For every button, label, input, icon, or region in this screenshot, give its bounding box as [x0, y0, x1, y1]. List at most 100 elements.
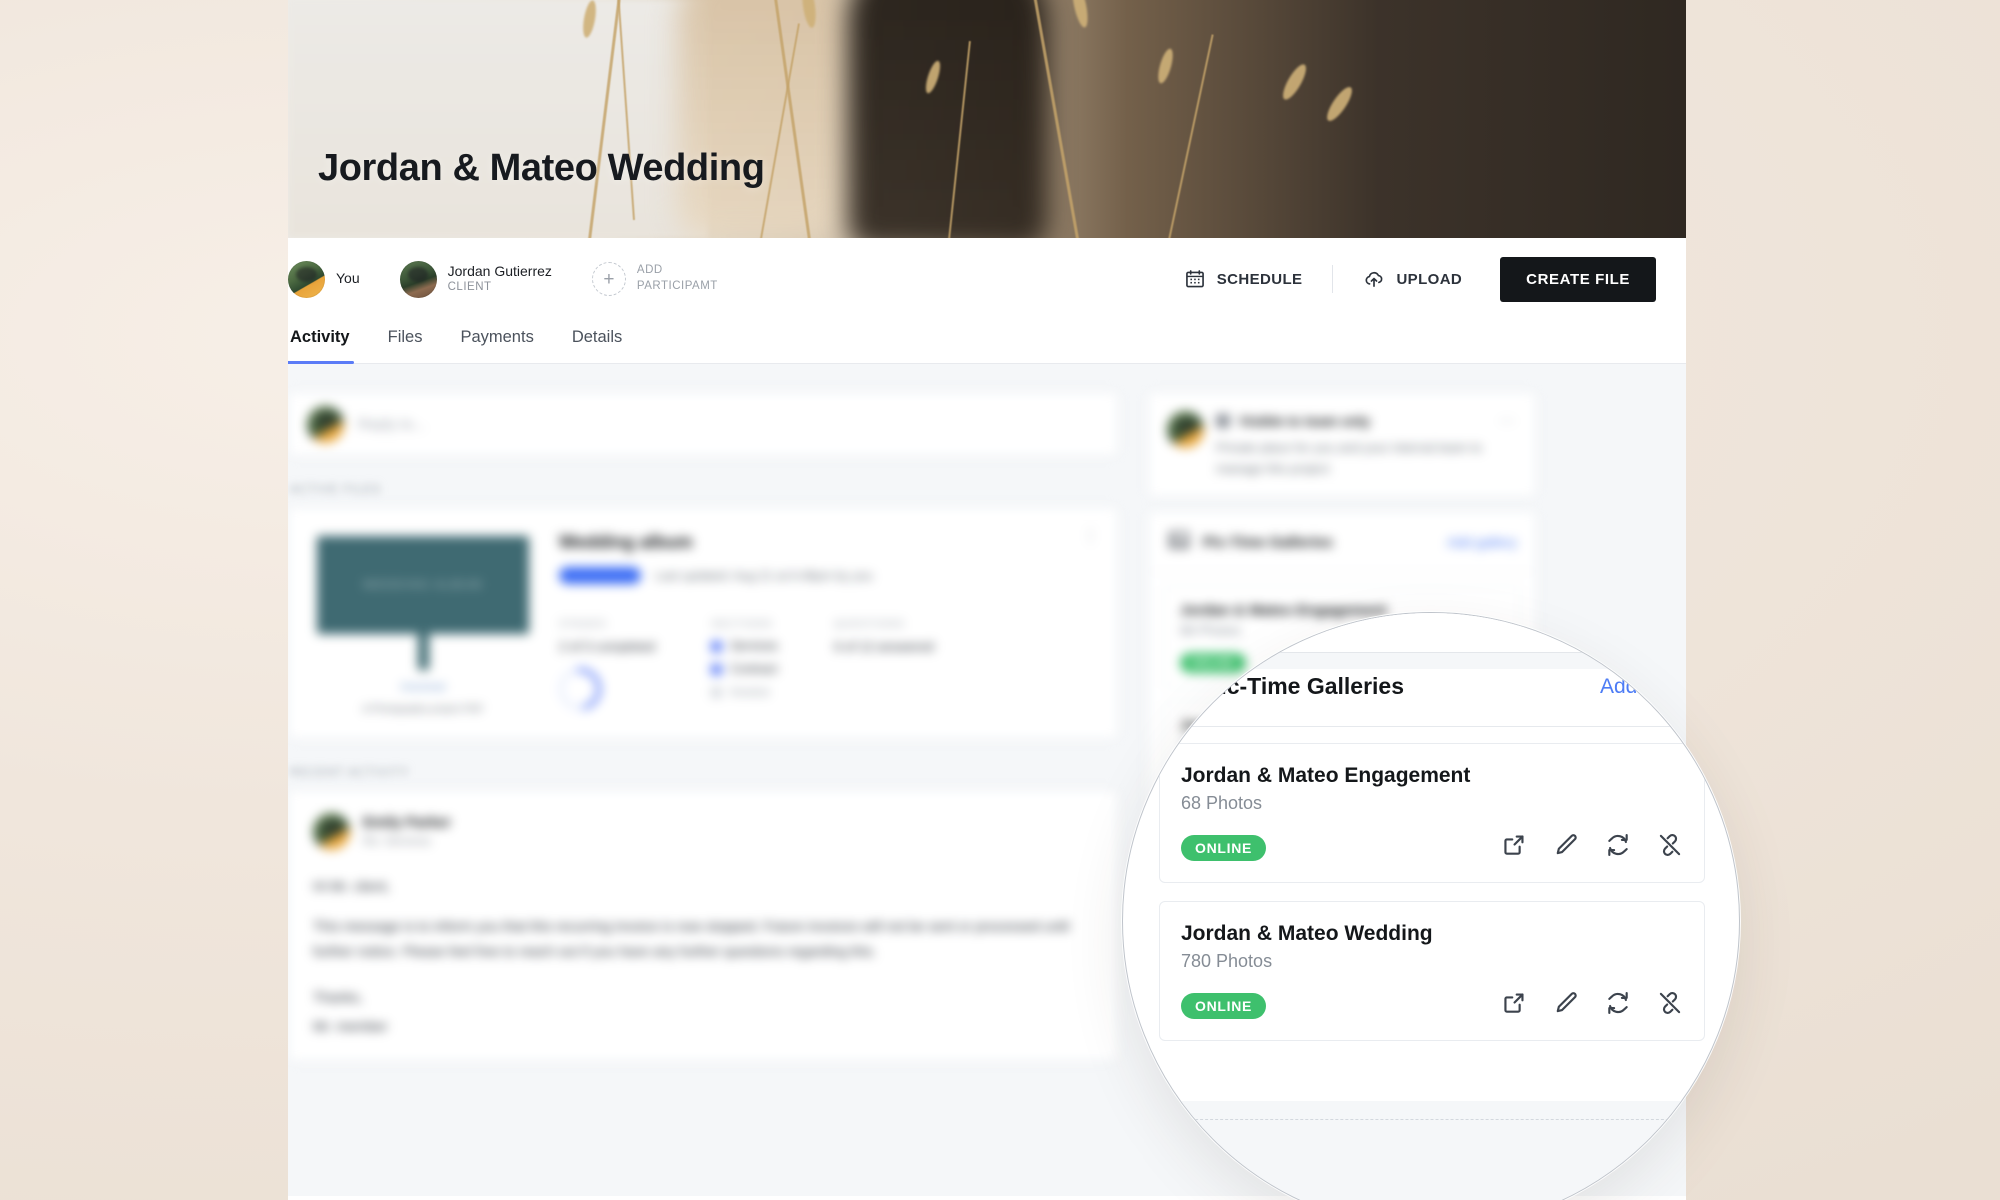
- stat-header: SECTIONS: [711, 618, 773, 630]
- add-participant-line1: ADD: [636, 264, 663, 277]
- galleries-panel-zoomed: Pic-Time Galleries Add gallery Jordan & …: [1159, 667, 1705, 1041]
- schedule-label: SCHEDULE: [1216, 270, 1303, 288]
- file-thumbnail: WEDDING ALBUM Download A Photography pro…: [309, 528, 537, 718]
- owner-field-value: Own: [1159, 617, 1207, 643]
- message-header: Emily Parker Re: Services: [313, 813, 1093, 850]
- status-badge: ONLINE: [1181, 834, 1267, 861]
- stat-sections: SECTIONS Services Contract Invoice: [711, 618, 778, 710]
- status-badge: ONLINE: [1181, 992, 1267, 1019]
- reply-placeholder: Reply to...: [358, 415, 426, 433]
- galleries-header: Pic-Time Galleries Add gallery: [1159, 667, 1705, 726]
- magnifier-lens: Own Pic-Time Galleries Add gallery Jorda…: [1122, 612, 1740, 1200]
- team-card-description: Private place for you and your internal …: [1216, 440, 1482, 476]
- page-title: Jordan & Mateo Wedding: [318, 147, 765, 189]
- check-label: Services: [730, 639, 779, 653]
- gallery-photo-count: 68 Photos: [1181, 793, 1263, 813]
- tab-bar: Activity Files Payments Details: [288, 320, 1686, 364]
- gallery-item[interactable]: Jordan & Mateo Engagement 68 Photos ONLI…: [1159, 743, 1705, 883]
- hero-figure-left: [678, 0, 848, 238]
- galleries-list: Jordan & Mateo Engagement 68 Photos ONLI…: [1159, 726, 1705, 1041]
- file-stats: STAGES 2 of 3 completed SECTIONS Service…: [550, 618, 1097, 719]
- stat-questions: QUESTIONS 6 of 12 answered: [834, 618, 934, 710]
- notes-title: Notes: [1159, 1147, 1220, 1173]
- file-status-row: Last updated: Aug 21 at 6:48pm by you: [559, 567, 1097, 584]
- add-participant-button[interactable]: + ADD PARTICIPAMT: [591, 262, 718, 296]
- gallery-actions-row: ONLINE: [1181, 990, 1683, 1021]
- stat-stages: STAGES 2 of 3 completed: [550, 618, 656, 719]
- file-title: Wedding album: [559, 532, 693, 552]
- gallery-actions-row: ONLINE: [1181, 832, 1683, 863]
- kebab-menu-icon[interactable]: ⋯: [1499, 411, 1517, 431]
- gallery-action-icons: [1501, 832, 1683, 863]
- stat-header: QUESTIONS: [834, 618, 905, 630]
- toolbar-divider: [1332, 265, 1334, 293]
- upload-button[interactable]: UPLOAD: [1347, 258, 1478, 300]
- participant-client[interactable]: Jordan Gutierrez CLIENT: [399, 260, 552, 298]
- external-link-icon[interactable]: [1501, 990, 1527, 1021]
- galleries-title: Pic-Time Galleries: [1205, 673, 1405, 699]
- hero-sky: [288, 0, 708, 238]
- team-visibility-card: Visible to team only ⋯ Private place for…: [1148, 392, 1536, 497]
- tab-activity[interactable]: Activity: [288, 320, 354, 364]
- tab-payments[interactable]: Payments: [458, 320, 535, 363]
- image-gallery-icon: [1159, 667, 1193, 706]
- toolbar-actions: SCHEDULE UPLOAD CREATE FILE: [1168, 256, 1656, 302]
- active-files-label: ACTIVE FILES: [290, 484, 382, 496]
- gallery-name: Jordan & Mateo Engagement: [1181, 764, 1471, 787]
- tab-details[interactable]: Details: [570, 320, 624, 363]
- team-card-header: Visible to team only ⋯ Private place for…: [1167, 411, 1517, 480]
- gallery-name: Jordan & Mateo Wedding: [1181, 922, 1433, 945]
- create-file-button[interactable]: CREATE FILE: [1500, 256, 1656, 302]
- cloud-upload-icon: [1363, 268, 1385, 290]
- sync-refresh-icon[interactable]: [1605, 832, 1631, 863]
- hero-photo: [288, 0, 1686, 238]
- add-gallery-link[interactable]: Add gallery: [1600, 675, 1705, 699]
- message-signature: Mr. member: [313, 1017, 388, 1034]
- sync-refresh-icon[interactable]: [1605, 990, 1631, 1021]
- participant-name: Jordan Gutierrez: [447, 262, 552, 279]
- unlink-icon[interactable]: [1657, 990, 1683, 1021]
- tab-files[interactable]: Files: [386, 320, 425, 363]
- add-participant-line2: PARTICIPAMT: [636, 280, 718, 292]
- message-author: Emily Parker: [363, 815, 451, 831]
- message-subtitle: Re: Services: [363, 834, 432, 848]
- active-file-card[interactable]: WEDDING ALBUM Download A Photography pro…: [288, 507, 1118, 739]
- thumbnail-subtitle: A Photography project PDF: [362, 704, 484, 715]
- schedule-button[interactable]: SCHEDULE: [1168, 258, 1319, 300]
- team-card-title: Visible to team only: [1239, 413, 1371, 429]
- avatar: [1167, 411, 1204, 448]
- participant-list: You Jordan Gutierrez CLIENT + ADD PARTIC…: [288, 260, 718, 298]
- hero-figure-right: [848, 0, 1048, 238]
- thumbnail-stem: [417, 634, 429, 670]
- progress-ring: [550, 659, 610, 719]
- edit-pencil-icon[interactable]: [1553, 832, 1579, 863]
- external-link-icon[interactable]: [1501, 832, 1527, 863]
- galleries-title: Pic-Time Galleries: [1203, 533, 1333, 551]
- thumbnail-cover: WEDDING ALBUM: [317, 536, 529, 634]
- lock-icon: [1216, 414, 1230, 428]
- gallery-item[interactable]: Jordan & Mateo Wedding 780 Photos ONLINE: [1159, 901, 1705, 1041]
- unlink-icon[interactable]: [1657, 832, 1683, 863]
- calendar-icon: [1184, 268, 1206, 290]
- add-gallery-link[interactable]: Add gallery: [1447, 534, 1517, 550]
- edit-pencil-icon[interactable]: [1553, 990, 1579, 1021]
- message-greeting: Hi Mr. client,: [313, 878, 391, 894]
- magnified-galleries-panel: Pic-Time Galleries Add gallery Jordan & …: [1123, 613, 1739, 1041]
- stat-value: 2 of 3 completed: [559, 639, 656, 654]
- project-hero-banner: Jordan & Mateo Wedding: [288, 0, 1686, 238]
- reply-input[interactable]: Reply to...: [288, 392, 1118, 456]
- plus-icon: +: [591, 262, 626, 296]
- kebab-menu-icon[interactable]: ⋮: [1082, 526, 1101, 546]
- participant-role: CLIENT: [447, 281, 492, 294]
- file-details: Wedding album Last updated: Aug 21 at 6:…: [550, 528, 1097, 719]
- avatar: [399, 260, 437, 298]
- stat-value: 6 of 12 answered: [834, 639, 934, 654]
- stat-header: STAGES: [559, 618, 607, 630]
- participant-you[interactable]: You: [288, 260, 360, 298]
- magnified-notes-section: Notes New Template: [1123, 1101, 1739, 1200]
- check-services: Services: [711, 639, 778, 653]
- avatar: [307, 405, 344, 443]
- image-gallery-icon: [1167, 528, 1191, 557]
- owner-field[interactable]: [1145, 613, 1719, 653]
- activity-message-card: Emily Parker Re: Services Hi Mr. client,…: [288, 790, 1118, 1061]
